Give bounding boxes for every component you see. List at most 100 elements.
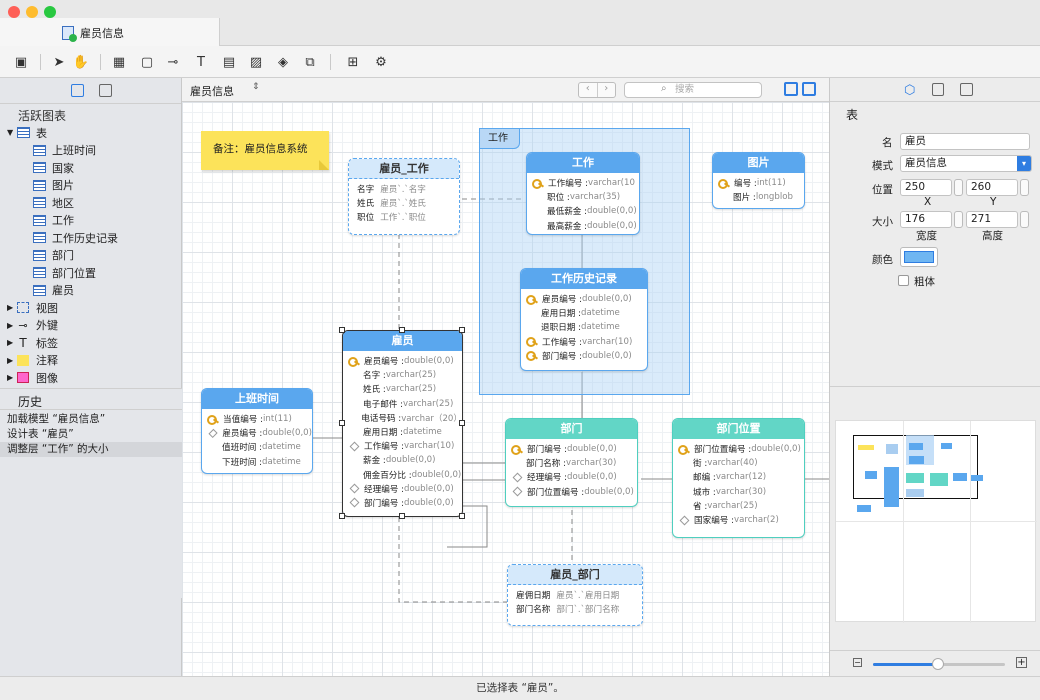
- position-y-field[interactable]: 260: [966, 179, 1018, 196]
- field-row[interactable]: 雇员编号 : double(0,0): [202, 426, 312, 440]
- entity-employee[interactable]: 雇员 雇员编号 : double(0,0) 名字 : varchar(25) 姓氏 :…: [342, 330, 463, 517]
- new-image-icon[interactable]: ▨: [247, 53, 265, 71]
- tree-table-item[interactable]: 工作历史记录: [0, 229, 181, 247]
- field-row[interactable]: 值班时间 : datetime: [202, 440, 312, 454]
- height-field[interactable]: 271: [966, 211, 1018, 228]
- field-row[interactable]: 工作编号 : varchar(10): [521, 335, 647, 349]
- resize-handle[interactable]: [459, 327, 465, 333]
- minimize-window-button[interactable]: [26, 6, 38, 18]
- tree-table-item[interactable]: 上班时间: [0, 142, 181, 160]
- position-x-field[interactable]: 250: [900, 179, 952, 196]
- field-row[interactable]: 下班时间 : datetime: [202, 455, 312, 469]
- field-row[interactable]: 名字 雇员`.`名字: [349, 182, 459, 196]
- tree-group-item[interactable]: ▶ T 标签: [0, 334, 181, 352]
- tree-group-tables[interactable]: ▼ 表: [0, 124, 181, 142]
- tree-group-item[interactable]: ▶ ⊸ 外键: [0, 317, 181, 335]
- sticky-note[interactable]: 备注：雇员信息系统: [201, 131, 329, 170]
- resize-handle[interactable]: [339, 420, 345, 426]
- field-row[interactable]: 街 : varchar(40): [673, 456, 804, 470]
- field-row[interactable]: 雇员编号 : double(0,0): [343, 354, 462, 368]
- zoom-out-icon[interactable]: −: [853, 658, 862, 667]
- toggle-right-panel-icon[interactable]: [802, 82, 816, 96]
- field-row[interactable]: 最低薪金 : double(0,0): [527, 204, 639, 218]
- field-row[interactable]: 雇佣日期 雇员`.`雇用日期: [508, 588, 642, 602]
- tree-table-item[interactable]: 雇员: [0, 282, 181, 300]
- bold-checkbox[interactable]: [898, 275, 909, 286]
- zoom-slider[interactable]: [873, 658, 1005, 670]
- cube-icon[interactable]: ⬡: [904, 83, 915, 98]
- diagram-canvas[interactable]: 工作 备注：雇员信息系统 工作 工作编号 : varchar(10 职位 : var…: [182, 102, 829, 676]
- field-row[interactable]: 经理编号 : double(0,0): [506, 470, 637, 484]
- field-row[interactable]: 名字 : varchar(25): [343, 368, 462, 382]
- expand-arrow-icon[interactable]: ▶: [7, 373, 16, 382]
- tree-table-item[interactable]: 工作: [0, 212, 181, 230]
- field-row[interactable]: 最高薪金 : double(0,0): [527, 219, 639, 233]
- tree-table-item[interactable]: 地区: [0, 194, 181, 212]
- diagram-settings-icon[interactable]: ⚙: [372, 53, 390, 71]
- search-input[interactable]: ⌕ 搜索: [624, 82, 762, 98]
- zoom-in-icon[interactable]: +: [1016, 657, 1027, 668]
- field-row[interactable]: 部门名称 部门`.`部门名称: [508, 602, 642, 616]
- document-tab[interactable]: 雇员信息: [0, 18, 220, 47]
- field-row[interactable]: 邮编 : varchar(12): [673, 470, 804, 484]
- resize-handle[interactable]: [399, 327, 405, 333]
- field-row[interactable]: 退职日期 : datetime: [521, 320, 647, 334]
- new-foreign-key-icon[interactable]: ⊸: [164, 53, 182, 71]
- save-icon[interactable]: ▣: [12, 53, 30, 71]
- view-employee-department[interactable]: 雇员_部门 雇佣日期 雇员`.`雇用日期 部门名称 部门`.`部门名称: [507, 564, 643, 626]
- history-item-current[interactable]: 调整层 “工作” 的大小: [0, 442, 182, 457]
- diagram-overview-tab-icon[interactable]: [99, 84, 112, 97]
- field-row[interactable]: 姓氏 雇员`.`姓氏: [349, 196, 459, 210]
- note-icon[interactable]: [932, 83, 944, 96]
- image-icon[interactable]: [960, 83, 973, 96]
- resize-handle[interactable]: [339, 513, 345, 519]
- field-row[interactable]: 薪金 : double(0,0): [343, 453, 462, 467]
- resize-handle[interactable]: [339, 327, 345, 333]
- new-layer-icon[interactable]: ⧉: [301, 53, 319, 71]
- field-row[interactable]: 城市 : varchar(30): [673, 485, 804, 499]
- resize-handle[interactable]: [459, 513, 465, 519]
- tree-group-item[interactable]: ▶ 图像: [0, 369, 181, 387]
- chevron-updown-icon[interactable]: ⇕: [252, 82, 260, 92]
- forward-arrow-icon[interactable]: ›: [598, 83, 616, 97]
- field-row[interactable]: 编号 : int(11): [713, 176, 804, 190]
- field-row[interactable]: 职位 : varchar(35): [527, 190, 639, 204]
- expand-arrow-icon[interactable]: ▶: [7, 303, 16, 312]
- chevron-down-icon[interactable]: ▾: [1017, 156, 1031, 171]
- back-arrow-icon[interactable]: ‹: [579, 83, 598, 97]
- view-employee-work[interactable]: 雇员_工作 名字 雇员`.`名字 姓氏 雇员`.`姓氏 职位 工作`.`职位: [348, 158, 460, 235]
- field-row[interactable]: 经理编号 : double(0,0): [343, 482, 462, 496]
- tree-table-item[interactable]: 图片: [0, 177, 181, 195]
- field-row[interactable]: 国家编号 : varchar(2): [673, 513, 804, 527]
- entity-shift-time[interactable]: 上班时间 当值编号 : int(11) 雇员编号 : double(0,0) 值班时间…: [201, 388, 313, 474]
- expand-arrow-icon[interactable]: ▶: [7, 338, 16, 347]
- field-row[interactable]: 当值编号 : int(11): [202, 412, 312, 426]
- new-note-icon[interactable]: ▤: [220, 53, 238, 71]
- tree-table-item[interactable]: 国家: [0, 159, 181, 177]
- tree-group-item[interactable]: ▶ 注释: [0, 352, 181, 370]
- field-row[interactable]: 工作编号 : varchar(10): [343, 439, 462, 453]
- expand-arrow-icon[interactable]: ▶: [7, 321, 16, 330]
- schema-select[interactable]: 雇员信息 ▾: [900, 155, 1032, 172]
- toggle-left-panel-icon[interactable]: [784, 82, 798, 96]
- field-row[interactable]: 电子邮件 : varchar(25): [343, 397, 462, 411]
- entity-department-location[interactable]: 部门位置 部门位置编号 : double(0,0) 街 : varchar(40) 邮…: [672, 418, 805, 538]
- zoom-slider-thumb[interactable]: [932, 658, 944, 670]
- entity-picture[interactable]: 图片 编号 : int(11) 图片 : longblob: [712, 152, 805, 209]
- new-label-icon[interactable]: T: [192, 53, 210, 71]
- tree-table-item[interactable]: 部门: [0, 247, 181, 265]
- tree-table-item[interactable]: 部门位置: [0, 264, 181, 282]
- pointer-tool-icon[interactable]: ➤: [50, 53, 68, 71]
- field-row[interactable]: 职位 工作`.`职位: [349, 210, 459, 224]
- height-stepper[interactable]: [1020, 211, 1029, 228]
- tree-group-item[interactable]: ▶ 视图: [0, 299, 181, 317]
- diagram-overview[interactable]: [835, 420, 1037, 623]
- field-row[interactable]: 雇员编号 : double(0,0): [521, 292, 647, 306]
- expand-arrow-icon[interactable]: ▼: [7, 128, 16, 137]
- field-row[interactable]: 雇用日期 : datetime: [343, 425, 462, 439]
- width-field[interactable]: 176: [900, 211, 952, 228]
- field-row[interactable]: 部门名称 : varchar(30): [506, 456, 637, 470]
- field-row[interactable]: 姓氏 : varchar(25): [343, 382, 462, 396]
- history-item[interactable]: 加载模型 “雇员信息”: [0, 412, 182, 427]
- expand-arrow-icon[interactable]: ▶: [7, 356, 16, 365]
